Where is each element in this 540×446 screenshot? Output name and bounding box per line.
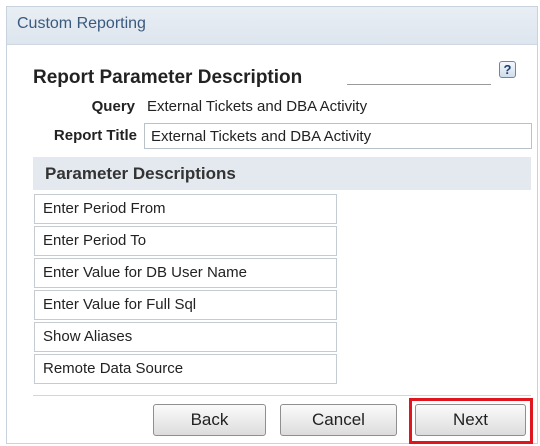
parameter-item-remote-data-source[interactable]: Remote Data Source bbox=[34, 354, 337, 384]
section-title: Report Parameter Description bbox=[33, 67, 303, 88]
parameter-item-full-sql[interactable]: Enter Value for Full Sql bbox=[34, 290, 337, 320]
section-divider bbox=[347, 84, 491, 85]
custom-reporting-window: Custom Reporting Report Parameter Descri… bbox=[6, 6, 538, 444]
parameter-item-period-from[interactable]: Enter Period From bbox=[34, 194, 337, 224]
parameter-item-period-to[interactable]: Enter Period To bbox=[34, 226, 337, 256]
back-button[interactable]: Back bbox=[153, 404, 266, 436]
report-title-input[interactable] bbox=[144, 123, 532, 149]
title-bar: Custom Reporting bbox=[7, 7, 537, 45]
report-title-label: Report Title bbox=[53, 127, 137, 144]
footer-divider bbox=[33, 395, 531, 396]
query-value: External Tickets and DBA Activity bbox=[147, 98, 368, 115]
parameter-descriptions-header: Parameter Descriptions bbox=[33, 157, 531, 190]
parameter-list: Enter Period From Enter Period To Enter … bbox=[34, 194, 337, 386]
parameter-item-db-user-name[interactable]: Enter Value for DB User Name bbox=[34, 258, 337, 288]
parameter-descriptions-title: Parameter Descriptions bbox=[45, 164, 236, 183]
cancel-button[interactable]: Cancel bbox=[280, 404, 397, 436]
help-icon[interactable]: ? bbox=[499, 61, 516, 78]
query-label: Query bbox=[91, 98, 135, 115]
next-button[interactable]: Next bbox=[415, 404, 526, 436]
parameter-item-show-aliases[interactable]: Show Aliases bbox=[34, 322, 337, 352]
window-title: Custom Reporting bbox=[17, 15, 146, 32]
